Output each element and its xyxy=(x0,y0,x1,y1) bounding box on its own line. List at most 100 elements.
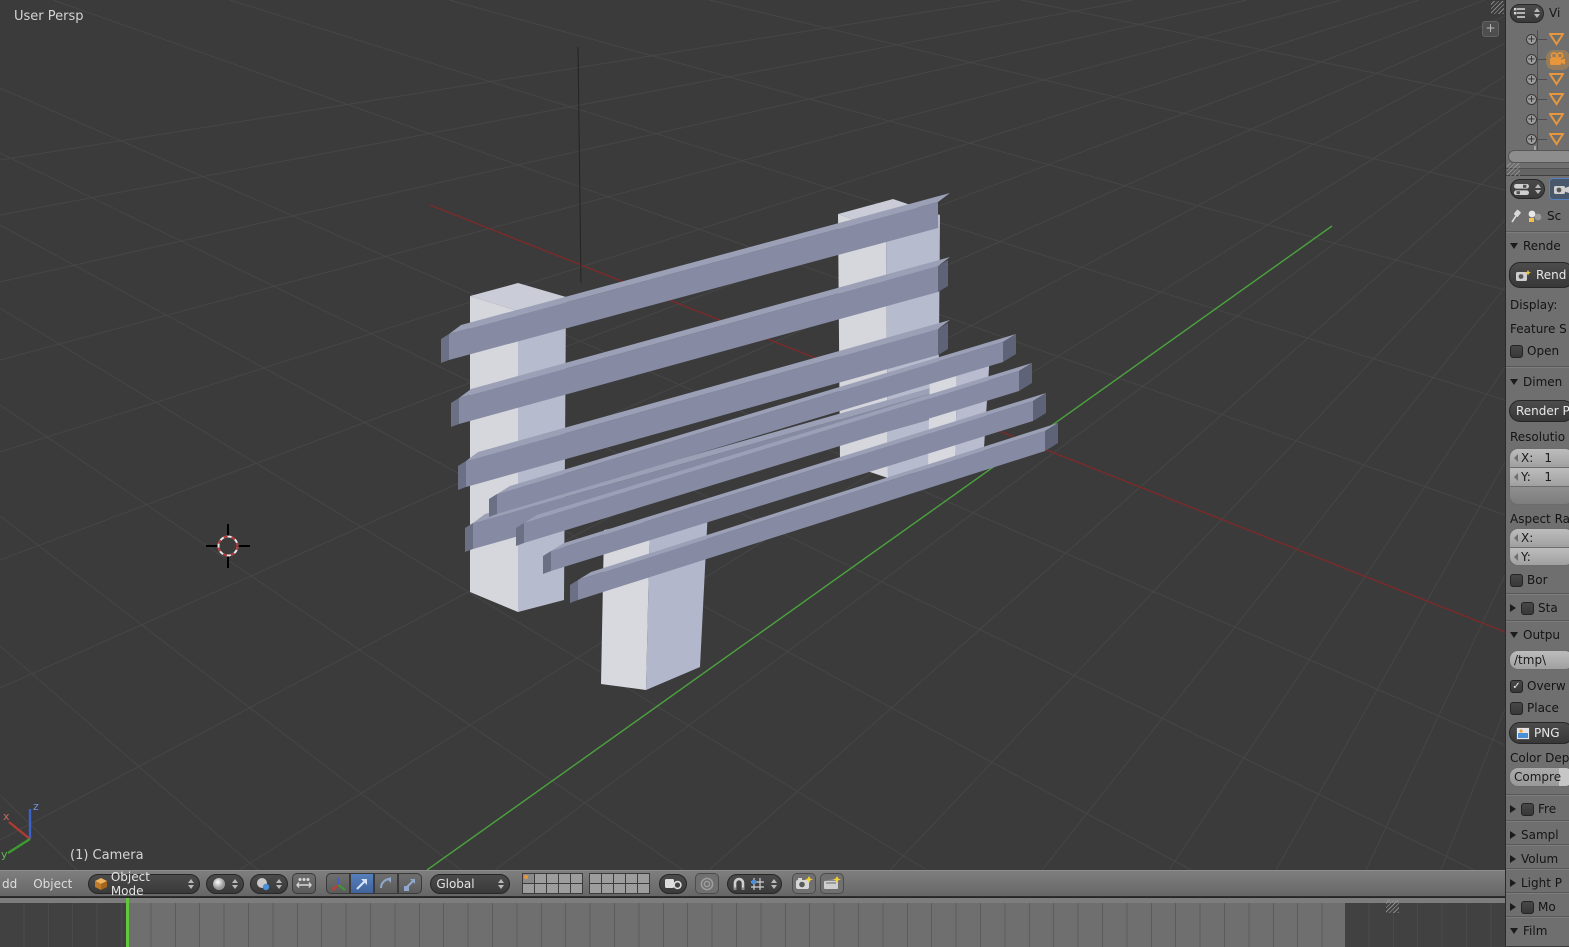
resolution-y-value: 1 xyxy=(1544,470,1552,484)
overwrite-row[interactable]: Overw xyxy=(1510,677,1569,695)
axis-tripod-icon xyxy=(331,877,346,891)
outliner-scrollbar[interactable] xyxy=(1508,150,1569,163)
region-expand-button[interactable]: + xyxy=(1482,21,1499,37)
shading-dropdown[interactable] xyxy=(206,874,244,894)
timeline-post-range[interactable] xyxy=(1345,903,1505,947)
expand-icon[interactable]: + xyxy=(1526,54,1537,65)
area-corner-handle[interactable] xyxy=(1491,1,1504,14)
dropdown-arrows-icon xyxy=(1535,184,1541,194)
resolution-percent-slider[interactable] xyxy=(1509,486,1569,505)
expand-icon[interactable]: + xyxy=(1526,94,1537,105)
expand-icon[interactable]: + xyxy=(1526,74,1537,85)
outliner[interactable]: Vi + + + + xyxy=(1506,0,1569,168)
panel-header-sampling[interactable]: Sampl xyxy=(1510,826,1569,844)
bench-model[interactable] xyxy=(441,193,1058,690)
dropdown-arrows-icon xyxy=(188,879,194,889)
proportional-edit-button[interactable] xyxy=(695,873,719,894)
overwrite-checkbox[interactable] xyxy=(1510,680,1523,693)
osl-row[interactable]: Open xyxy=(1510,342,1569,360)
timeline-pre-range[interactable] xyxy=(0,903,127,947)
placeholders-checkbox[interactable] xyxy=(1510,702,1523,715)
panel-header-light-paths[interactable]: Light P xyxy=(1510,874,1569,892)
outliner-item-mesh[interactable]: + xyxy=(1506,90,1569,110)
outliner-item-mesh[interactable]: + xyxy=(1506,30,1569,50)
orientation-dropdown[interactable]: Global xyxy=(430,874,510,894)
render-tab[interactable] xyxy=(1549,178,1569,200)
mesh-icon xyxy=(1549,32,1564,46)
3d-cursor[interactable] xyxy=(206,524,250,568)
render-button-camera-icon xyxy=(1516,269,1532,282)
menu-object[interactable]: Object xyxy=(25,877,80,891)
aspect-x-field[interactable]: X: xyxy=(1509,528,1569,547)
border-row[interactable]: Bor xyxy=(1510,571,1569,589)
panel-header-stamp[interactable]: Sta xyxy=(1510,599,1569,617)
output-path-field[interactable]: /tmp\ xyxy=(1509,650,1569,670)
placeholders-row[interactable]: Place xyxy=(1510,699,1569,717)
translate-manipulator-button[interactable] xyxy=(350,873,374,894)
panel-header-render[interactable]: Rende xyxy=(1510,237,1569,255)
panel-header-output[interactable]: Outpu xyxy=(1510,626,1569,644)
mode-dropdown[interactable]: Object Mode xyxy=(88,874,200,894)
3d-viewport[interactable]: User Persp (1) Camera x y z + xyxy=(0,0,1505,870)
panel-title: Film xyxy=(1523,924,1547,938)
area-corner-handle[interactable] xyxy=(1386,900,1399,913)
scale-manipulator-button[interactable] xyxy=(398,873,422,894)
border-checkbox[interactable] xyxy=(1510,574,1523,587)
menu-add-fragment[interactable]: dd xyxy=(0,877,25,891)
aspect-y-field[interactable]: Y: xyxy=(1509,547,1569,566)
panel-collapsed-icon xyxy=(1510,604,1516,612)
panel-collapsed-icon xyxy=(1510,805,1516,813)
snap-controls[interactable] xyxy=(727,874,782,894)
outliner-item-mesh[interactable]: + xyxy=(1506,70,1569,90)
manipulator-orientation-button[interactable] xyxy=(326,873,350,894)
dropdown-arrows-icon xyxy=(1534,8,1540,18)
layers-grid-2[interactable] xyxy=(589,874,649,894)
panel-header-motion-blur[interactable]: Mo xyxy=(1510,898,1569,916)
manipulate-center-points-button[interactable] xyxy=(292,873,316,894)
pivot-dropdown[interactable] xyxy=(250,874,288,894)
stepper-left-icon[interactable] xyxy=(1514,454,1518,462)
properties-editor[interactable]: Sc Rende Rend Display: Feature S Open xyxy=(1506,176,1569,946)
freestyle-checkbox[interactable] xyxy=(1521,803,1534,816)
timeline-frame-range[interactable] xyxy=(127,903,1345,947)
stepper-left-icon[interactable] xyxy=(1514,473,1518,481)
render-camera-icon xyxy=(795,876,813,891)
compression-slider[interactable]: Compre xyxy=(1509,767,1569,787)
expand-icon[interactable]: + xyxy=(1526,34,1537,45)
rotate-manipulator-button[interactable] xyxy=(374,873,398,894)
file-format-dropdown[interactable]: PNG xyxy=(1509,722,1569,744)
stepper-left-icon[interactable] xyxy=(1514,534,1518,542)
panel-header-film[interactable]: Film xyxy=(1510,922,1569,940)
breadcrumb-scene-label[interactable]: Sc xyxy=(1547,209,1561,223)
resolution-x-value: 1 xyxy=(1544,451,1552,465)
opengl-render-animation-button[interactable] xyxy=(820,873,844,894)
area-corner-handle[interactable] xyxy=(1507,163,1520,176)
stamp-checkbox[interactable] xyxy=(1521,602,1534,615)
scene-lock-button[interactable] xyxy=(659,874,687,894)
expand-icon[interactable]: + xyxy=(1526,114,1537,125)
editor-type-dropdown[interactable] xyxy=(1510,4,1544,23)
area-splitter[interactable] xyxy=(1506,168,1569,176)
resolution-x-field[interactable]: X: 1 xyxy=(1509,448,1569,467)
render-presets-dropdown[interactable]: Render Pr xyxy=(1509,400,1569,422)
render-button[interactable]: Rend xyxy=(1509,262,1569,288)
pin-icon[interactable] xyxy=(1510,209,1523,223)
outliner-item-camera[interactable]: + xyxy=(1506,50,1569,70)
timeline[interactable] xyxy=(0,897,1505,946)
panel-header-volume-sampling[interactable]: Volum xyxy=(1510,850,1569,868)
motion-blur-checkbox[interactable] xyxy=(1521,901,1534,914)
scale-icon xyxy=(403,877,417,891)
timeline-playhead[interactable] xyxy=(126,898,129,947)
outliner-item-mesh[interactable]: + xyxy=(1506,110,1569,130)
panel-title: Dimen xyxy=(1523,375,1562,389)
outliner-view-menu[interactable]: Vi xyxy=(1549,6,1560,20)
editor-type-dropdown[interactable] xyxy=(1510,179,1545,199)
scene-icon[interactable] xyxy=(1527,209,1543,223)
panel-header-freestyle[interactable]: Fre xyxy=(1510,800,1569,818)
opengl-render-image-button[interactable] xyxy=(792,873,816,894)
panel-header-dimensions[interactable]: Dimen xyxy=(1510,373,1569,391)
osl-checkbox[interactable] xyxy=(1510,345,1523,358)
stepper-left-icon[interactable] xyxy=(1514,553,1518,561)
layers-grid-1[interactable] xyxy=(522,874,582,894)
resolution-y-field[interactable]: Y: 1 xyxy=(1509,467,1569,486)
